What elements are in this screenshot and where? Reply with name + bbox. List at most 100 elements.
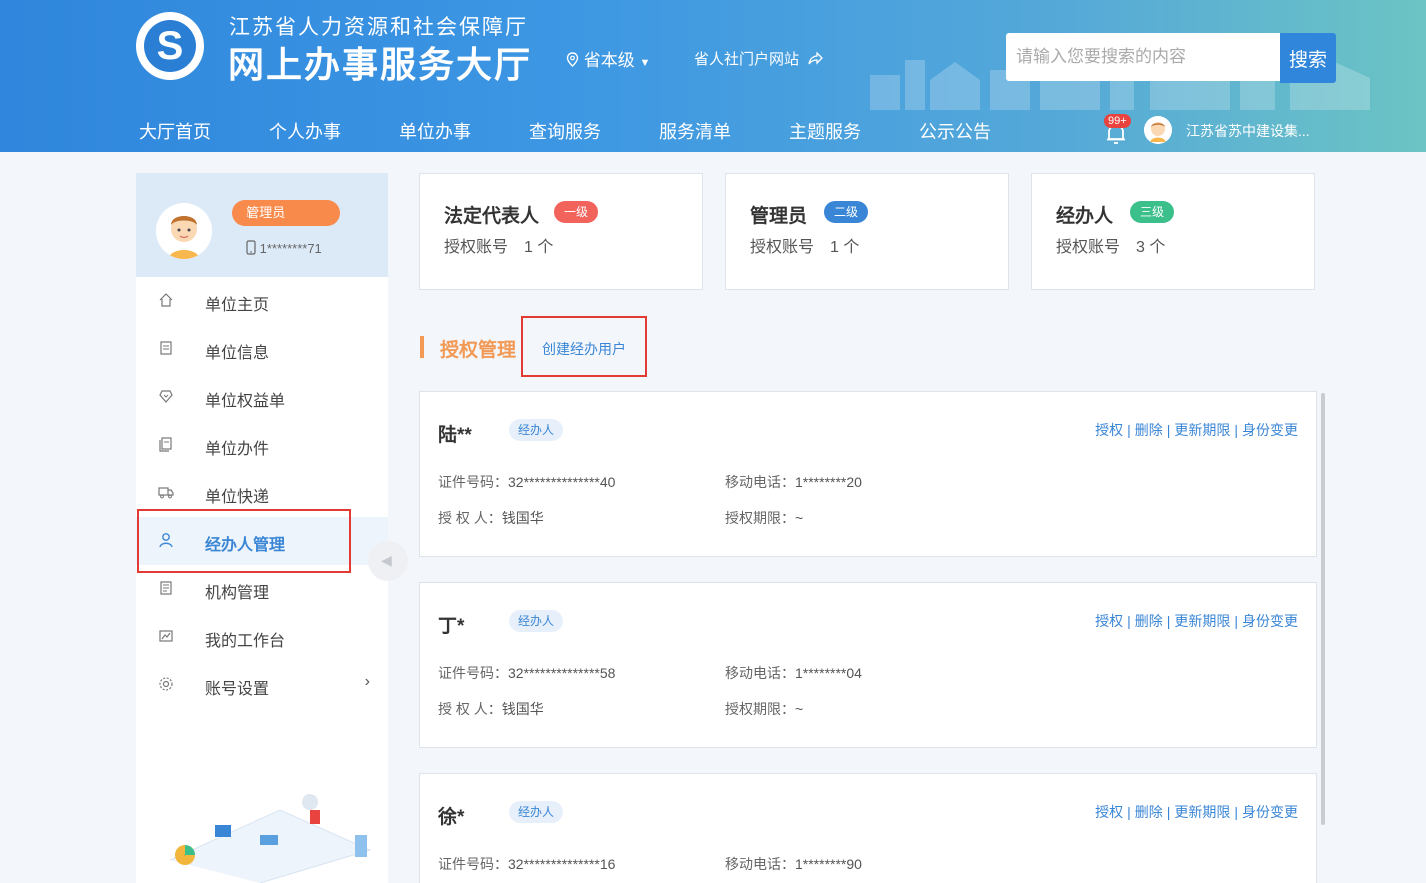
sidebar-item-unit-rights[interactable]: 单位权益单 [136, 373, 388, 421]
change-identity-link[interactable]: 身份变更 [1242, 613, 1298, 629]
jiangsu-hrss-logo-icon: S [144, 20, 196, 72]
agent-card: 徐* 经办人 授权 | 删除 | 更新期限 | 身份变更 证件号码：32**********… [419, 773, 1317, 883]
sidebar-item-label: 单位主页 [205, 297, 270, 314]
change-identity-link[interactable]: 身份变更 [1242, 804, 1298, 820]
user-name[interactable]: 江苏省苏中建设集... [1186, 121, 1310, 141]
sidebar-item-label: 账号设置 [205, 681, 270, 698]
agent-name: 陆** [438, 425, 472, 446]
share-arrow-icon [808, 51, 824, 65]
delivery-truck-icon [158, 487, 174, 499]
notification-badge: 99+ [1104, 114, 1131, 128]
nav-service-list[interactable]: 服务清单 [659, 118, 731, 144]
sidebar-menu: 单位主页 单位信息 单位权益单 单位办件 单位快递 经办人管理 机构管理 我的工… [136, 277, 388, 709]
level-card-admin: 管理员 二级 授权账号 1 个 [725, 173, 1009, 290]
role-badge: ⌂ 管理员 [232, 200, 340, 226]
period-field: 授权期限：~ [725, 701, 804, 717]
nav-personal[interactable]: 个人办事 [269, 118, 341, 144]
delete-link[interactable]: 删除 [1135, 422, 1163, 438]
scrollbar[interactable] [1321, 393, 1325, 825]
chart-icon [159, 630, 173, 642]
agent-actions: 授权 | 删除 | 更新期限 | 身份变更 [1095, 804, 1298, 820]
agent-role-tag: 经办人 [509, 419, 564, 441]
nav-query[interactable]: 查询服务 [529, 118, 601, 144]
authorize-link[interactable]: 授权 [1095, 804, 1123, 820]
level-title: 经办人 [1056, 206, 1114, 227]
level-count: 授权账号 1 个 [444, 239, 554, 256]
role-badge-label: 管理员 [246, 205, 286, 220]
home-icon [159, 293, 173, 307]
agent-name: 丁* [438, 616, 465, 637]
section-title: 授权管理 [440, 340, 517, 361]
sidebar-item-label: 机构管理 [205, 585, 270, 602]
gear-icon [159, 677, 173, 691]
level-tag: 一级 [554, 201, 599, 223]
chevron-right-icon: › [364, 673, 370, 690]
sidebar-item-label: 单位信息 [205, 345, 270, 362]
caret-down-icon: ▼ [639, 57, 651, 69]
update-period-link[interactable]: 更新期限 [1174, 422, 1230, 438]
delete-link[interactable]: 删除 [1135, 804, 1163, 820]
heart-shield-icon [159, 390, 173, 403]
sidebar-item-account-settings[interactable]: 账号设置 › [136, 661, 388, 709]
nav-unit[interactable]: 单位办事 [399, 118, 471, 144]
files-icon [159, 437, 172, 452]
level-title: 法定代表人 [444, 206, 540, 227]
mobile-field: 移动电话：1********90 [725, 856, 862, 872]
agent-card: 丁* 经办人 授权 | 删除 | 更新期限 | 身份变更 证件号码：32**********… [419, 582, 1317, 748]
id-number-value: 32**************40 [508, 474, 616, 490]
period-value: ~ [795, 701, 804, 717]
site-header: S 江苏省人力资源和社会保障厅 网上办事服务大厅 省本级 ▼ 省人社门户网站 搜… [0, 0, 1426, 152]
agent-actions: 授权 | 删除 | 更新期限 | 身份变更 [1095, 613, 1298, 629]
sidebar-item-label: 我的工作台 [205, 633, 286, 650]
update-period-link[interactable]: 更新期限 [1174, 613, 1230, 629]
delete-link[interactable]: 删除 [1135, 613, 1163, 629]
authorizer-value: 钱国华 [501, 510, 544, 526]
search-input[interactable] [1006, 33, 1280, 81]
authorizer-field: 授 权 人：钱国华 [438, 510, 544, 526]
level-card-agent: 经办人 三级 授权账号 3 个 [1031, 173, 1315, 290]
agent-name: 徐* [438, 807, 465, 828]
sidebar-item-unit-home[interactable]: 单位主页 [136, 277, 388, 325]
sidebar-item-workbench[interactable]: 我的工作台 [136, 613, 388, 661]
level-tag: 三级 [1130, 201, 1175, 223]
sidebar-item-label: 单位权益单 [205, 393, 286, 410]
level-tag: 二级 [824, 201, 869, 223]
region-selector[interactable]: 省本级 ▼ [566, 46, 650, 71]
location-pin-icon [566, 52, 579, 67]
phone-number: 1********71 [246, 240, 322, 256]
avatar [156, 203, 212, 259]
update-period-link[interactable]: 更新期限 [1174, 804, 1230, 820]
portal-link[interactable]: 省人社门户网站 [694, 48, 824, 69]
site-title: 网上办事服务大厅 [228, 44, 533, 85]
nav-topic[interactable]: 主题服务 [789, 118, 861, 144]
create-agent-user-button[interactable]: 创建经办用户 [521, 316, 647, 377]
search-button[interactable]: 搜索 [1280, 33, 1336, 83]
mobile-phone-icon [246, 240, 256, 255]
level-title: 管理员 [750, 206, 808, 227]
sidebar-item-unit-info[interactable]: 单位信息 [136, 325, 388, 373]
period-value: ~ [795, 510, 804, 526]
user-avatar[interactable] [1144, 116, 1172, 144]
nav-notice[interactable]: 公示公告 [919, 118, 991, 144]
site-logo[interactable]: S [136, 12, 204, 80]
level-card-legal-rep: 法定代表人 一级 授权账号 1 个 [419, 173, 703, 290]
change-identity-link[interactable]: 身份变更 [1242, 422, 1298, 438]
mobile-field: 移动电话：1********20 [725, 474, 862, 490]
profile-panel: ⌂ 管理员 1********71 [136, 173, 388, 277]
sidebar-item-unit-cases[interactable]: 单位办件 [136, 421, 388, 469]
agent-role-tag: 经办人 [509, 610, 564, 632]
level-count: 授权账号 3 个 [1056, 239, 1166, 256]
sidebar-item-label: 单位办件 [205, 441, 270, 458]
mobile-value: 1********90 [795, 856, 862, 872]
section-accent-bar [420, 336, 424, 358]
mobile-field: 移动电话：1********04 [725, 665, 862, 681]
authorizer-value: 钱国华 [501, 701, 544, 717]
portal-link-label: 省人社门户网站 [694, 51, 800, 68]
nav-home[interactable]: 大厅首页 [139, 118, 211, 144]
authorize-link[interactable]: 授权 [1095, 422, 1123, 438]
agent-actions: 授权 | 删除 | 更新期限 | 身份变更 [1095, 422, 1298, 438]
mobile-value: 1********20 [795, 474, 862, 490]
collapse-sidebar-button[interactable]: ◀ [368, 541, 408, 581]
one-network-illustration [169, 794, 372, 883]
authorize-link[interactable]: 授权 [1095, 613, 1123, 629]
